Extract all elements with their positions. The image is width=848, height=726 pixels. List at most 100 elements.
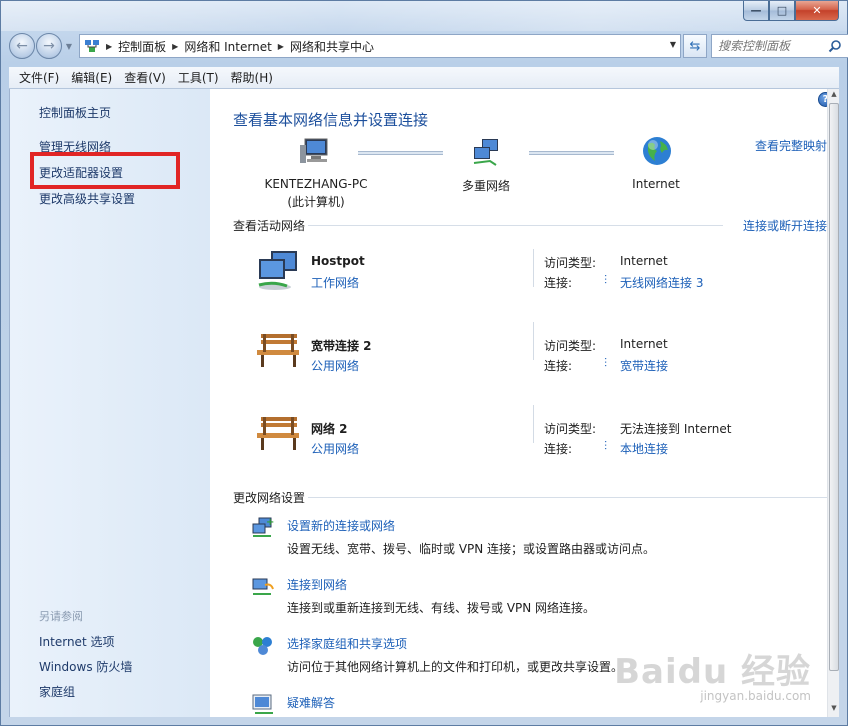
sidebar-advanced-sharing[interactable]: 更改高级共享设置: [39, 190, 135, 207]
search-input[interactable]: [718, 39, 828, 53]
map-internet-node[interactable]: Internet: [616, 177, 696, 191]
section-divider: [308, 497, 827, 498]
vertical-divider: [533, 249, 534, 287]
network-name: Hostpot: [311, 254, 365, 268]
sidebar-windows-firewall[interactable]: Windows 防火墙: [39, 658, 132, 675]
vertical-divider: [533, 405, 534, 443]
minimize-button[interactable]: —: [743, 1, 769, 21]
access-type-label: 访问类型:: [544, 422, 597, 436]
setup-connection-desc: 设置无线、宽带、拨号、临时或 VPN 连接；或设置路由器或访问点。: [287, 542, 656, 556]
network-name: 网络 2: [311, 422, 348, 436]
breadcrumb-control-panel[interactable]: 控制面板: [118, 38, 166, 55]
computer-icon: [300, 138, 328, 163]
sidebar-control-panel-home[interactable]: 控制面板主页: [39, 104, 111, 121]
multiple-networks-icon: [473, 139, 498, 166]
network-name: 宽带连接 2: [311, 339, 372, 353]
section-divider: [308, 225, 723, 226]
vertical-scrollbar[interactable]: ▲ ▼: [827, 89, 839, 717]
connection-label: 连接:: [544, 276, 573, 290]
scroll-down-icon[interactable]: ▼: [829, 704, 839, 716]
address-dropdown-icon[interactable]: ▼: [670, 40, 676, 49]
caption-buttons: — □ ✕: [743, 1, 839, 21]
view-full-map-link[interactable]: 查看完整映射: [755, 137, 827, 154]
breadcrumb-network-internet[interactable]: 网络和 Internet: [184, 38, 271, 55]
breadcrumb-separator-icon[interactable]: ▶: [172, 42, 178, 51]
network-folder-icon: [85, 40, 99, 52]
breadcrumb-network-sharing-center[interactable]: 网络和共享中心: [290, 38, 374, 55]
connect-to-network-link[interactable]: 连接到网络: [287, 576, 347, 593]
internet-globe-icon: [643, 137, 671, 165]
access-type-label: 访问类型:: [544, 256, 597, 270]
refresh-button[interactable]: ⇆: [683, 34, 707, 58]
search-icon[interactable]: [828, 39, 842, 53]
access-type-value: 无法连接到 Internet: [620, 422, 732, 436]
computer-name: KENTEZHANG-PC: [264, 177, 368, 191]
change-settings-heading: 更改网络设置: [233, 491, 306, 505]
network-type-link[interactable]: 公用网络: [311, 440, 359, 457]
search-box[interactable]: [711, 34, 848, 58]
sidebar-internet-options[interactable]: Internet 选项: [39, 633, 114, 650]
map-connector-line: [529, 151, 614, 155]
computer-note: (此计算机): [287, 195, 345, 209]
access-type-value: Internet: [620, 337, 668, 351]
scroll-thumb[interactable]: [829, 103, 839, 671]
menu-view[interactable]: 查看(V): [118, 69, 172, 86]
connection-link[interactable]: 宽带连接: [620, 357, 668, 374]
close-button[interactable]: ✕: [795, 1, 839, 21]
back-button[interactable]: ←: [9, 33, 35, 59]
recent-pages-dropdown[interactable]: ▼: [63, 42, 75, 51]
homegroup-sharing-icon: [253, 637, 272, 655]
content-area: 控制面板主页 管理无线网络 更改适配器设置 更改高级共享设置 另请参阅 Inte…: [9, 89, 839, 717]
menu-tools[interactable]: 工具(T): [172, 69, 225, 86]
connection-signal-icon: ⫶: [604, 356, 608, 370]
network-type-link[interactable]: 工作网络: [311, 274, 359, 291]
connect-to-network-desc: 连接到或重新连接到无线、有线、拨号或 VPN 网络连接。: [287, 601, 596, 615]
setup-connection-link[interactable]: 设置新的连接或网络: [287, 517, 395, 534]
network-type-link[interactable]: 公用网络: [311, 357, 359, 374]
access-type-label: 访问类型:: [544, 339, 597, 353]
maximize-button[interactable]: □: [769, 1, 795, 21]
menu-bar: 文件(F) 编辑(E) 查看(V) 工具(T) 帮助(H): [9, 67, 839, 89]
connection-label: 连接:: [544, 359, 573, 373]
red-highlight-box: [30, 152, 180, 189]
connection-link[interactable]: 无线网络连接 3: [620, 274, 703, 291]
troubleshoot-icon: [252, 694, 273, 714]
active-networks-heading: 查看活动网络: [233, 219, 306, 233]
window-frame: — □ ✕ ← → ▼ ▶ 控制面板 ▶ 网络和 Internet ▶ 网络和共…: [0, 0, 848, 726]
scroll-up-icon[interactable]: ▲: [829, 90, 839, 102]
sidebar: 控制面板主页 管理无线网络 更改适配器设置 更改高级共享设置 另请参阅 Inte…: [10, 89, 210, 717]
forward-button[interactable]: →: [36, 33, 62, 59]
map-multiple-networks-node[interactable]: 多重网络: [446, 177, 526, 194]
see-also-label: 另请参阅: [39, 610, 83, 623]
refresh-icon: ⇆: [689, 38, 701, 54]
breadcrumb-separator-icon[interactable]: ▶: [106, 42, 112, 51]
watermark-main-text: Baidu 经验: [614, 652, 811, 692]
menu-help[interactable]: 帮助(H): [225, 69, 279, 86]
connection-label: 连接:: [544, 442, 573, 456]
new-connection-icon: +: [252, 517, 274, 537]
public-network-bench-icon: [257, 417, 299, 450]
homegroup-sharing-desc: 访问位于其他网络计算机上的文件和打印机，或更改共享设置。: [287, 660, 624, 674]
map-connector-line: [358, 151, 443, 155]
breadcrumb-separator-icon[interactable]: ▶: [278, 42, 284, 51]
connection-signal-icon: ⫶: [604, 439, 608, 453]
vertical-divider: [533, 322, 534, 360]
sidebar-homegroup[interactable]: 家庭组: [39, 683, 75, 700]
connect-disconnect-link[interactable]: 连接或断开连接: [743, 217, 827, 234]
connection-link[interactable]: 本地连接: [620, 440, 668, 457]
map-computer-node[interactable]: KENTEZHANG-PC (此计算机): [246, 177, 386, 210]
homegroup-sharing-link[interactable]: 选择家庭组和共享选项: [287, 635, 407, 652]
back-arrow-icon: ←: [16, 38, 28, 54]
menu-file[interactable]: 文件(F): [13, 69, 65, 86]
page-title: 查看基本网络信息并设置连接: [233, 111, 429, 129]
public-network-bench-icon: [257, 334, 299, 367]
work-network-icon: [258, 251, 297, 290]
navigation-bar: ← → ▼ ▶ 控制面板 ▶ 网络和 Internet ▶ 网络和共享中心 ▼ …: [9, 33, 848, 59]
wireless-signal-icon: ⫶: [604, 273, 608, 287]
main-panel: ? 查看基本网络信息并设置连接 查看完整映射 KENTEZHANG-PC (此计…: [210, 89, 833, 717]
address-bar[interactable]: ▶ 控制面板 ▶ 网络和 Internet ▶ 网络和共享中心 ▼: [79, 34, 681, 58]
menu-edit[interactable]: 编辑(E): [65, 69, 118, 86]
troubleshoot-link[interactable]: 疑难解答: [287, 694, 335, 711]
forward-arrow-icon: →: [43, 38, 55, 54]
connect-to-network-icon: [252, 578, 274, 595]
